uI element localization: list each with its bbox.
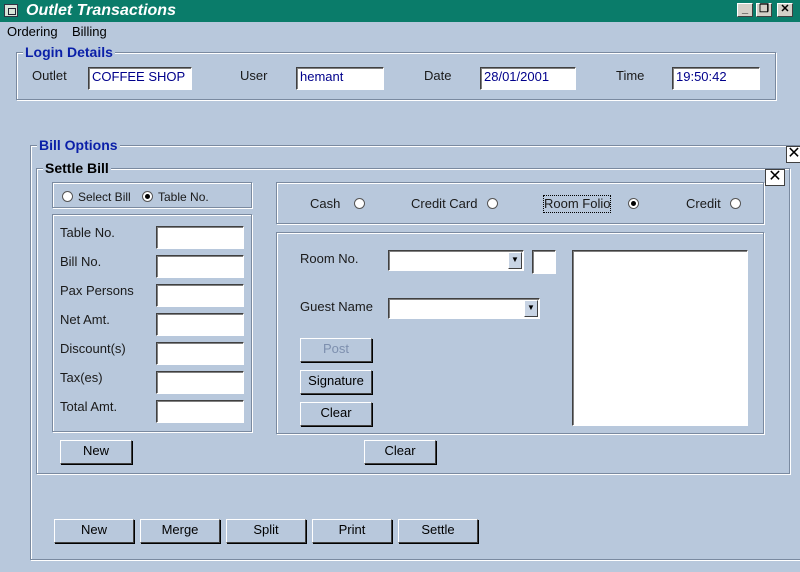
outlet-field[interactable]: COFFEE SHOP [88,67,192,90]
menu-ordering[interactable]: Ordering [7,24,58,40]
table-no-label: Table No. [60,225,115,240]
new-button[interactable]: New [54,519,134,543]
chevron-down-icon: ▼ [511,255,519,264]
credit-radio[interactable] [730,198,741,209]
window-title: Outlet Transactions [26,2,176,19]
split-button[interactable]: Split [226,519,306,543]
room-folio-radio[interactable] [628,198,639,209]
guest-name-dropdown-button[interactable]: ▼ [524,300,538,317]
menu-bar [0,22,800,42]
discounts-label: Discount(s) [60,341,126,356]
bill-no-field[interactable] [156,255,244,278]
settle-bill-close-button[interactable]: ✕ [765,169,785,186]
net-amt-field[interactable] [156,313,244,336]
total-amt-field[interactable] [156,400,244,423]
taxes-field[interactable] [156,371,244,394]
settle-bill-legend: Settle Bill [43,160,111,176]
close-button[interactable]: ✕ [777,3,793,17]
bill-options-close-button[interactable]: ✕ [786,146,800,163]
signature-pad[interactable] [572,250,748,426]
minimize-button[interactable]: _ [737,3,753,17]
date-field[interactable]: 28/01/2001 [480,67,576,90]
bill-no-label: Bill No. [60,254,102,269]
chevron-down-icon: ▼ [527,303,535,312]
restore-icon: ❐ [759,3,769,15]
table-no-field[interactable] [156,226,244,249]
date-label: Date [424,68,452,83]
guest-name-combo[interactable] [388,298,540,319]
credit-card-radio[interactable] [487,198,498,209]
total-amt-label: Total Amt. [60,399,118,414]
outlet-label: Outlet [32,68,67,83]
cash-radio[interactable] [354,198,365,209]
select-bill-radio[interactable] [62,191,73,202]
menu-billing[interactable]: Billing [72,24,107,40]
user-field[interactable]: hemant [296,67,384,90]
merge-button[interactable]: Merge [140,519,220,543]
net-amt-label: Net Amt. [60,312,110,327]
room-folio-label: Room Folio [542,195,612,213]
bill-options-legend: Bill Options [37,137,120,153]
post-button[interactable]: Post [300,338,372,362]
pax-persons-field[interactable] [156,284,244,307]
time-field[interactable]: 19:50:42 [672,67,760,90]
minimize-icon: _ [741,3,749,15]
close-icon: ✕ [780,3,790,15]
close-icon: ✕ [768,168,782,185]
settle-clear-button[interactable]: Clear [364,440,436,464]
print-button[interactable]: Print [312,519,392,543]
guest-name-label: Guest Name [300,299,373,314]
login-details-legend: Login Details [23,44,115,60]
credit-label: Credit [686,196,721,211]
room-no-dropdown-button[interactable]: ▼ [508,252,522,269]
room-no-label: Room No. [300,251,359,266]
select-bill-label: Select Bill [78,190,131,204]
app-icon [4,4,18,17]
user-label: User [240,68,268,83]
settle-button[interactable]: Settle [398,519,478,543]
discounts-field[interactable] [156,342,244,365]
room-no-combo[interactable] [388,250,524,271]
taxes-label: Tax(es) [60,370,103,385]
settle-new-button[interactable]: New [60,440,132,464]
folio-clear-button[interactable]: Clear [300,402,372,426]
close-icon: ✕ [787,145,800,162]
room-extra-field[interactable] [532,250,556,274]
cash-label: Cash [310,196,341,211]
signature-button[interactable]: Signature [300,370,372,394]
table-no-option-label: Table No. [158,190,209,204]
time-label: Time [616,68,645,83]
pax-persons-label: Pax Persons [60,283,134,298]
restore-button[interactable]: ❐ [756,3,772,17]
table-no-radio[interactable] [142,191,153,202]
credit-card-label: Credit Card [411,196,478,211]
